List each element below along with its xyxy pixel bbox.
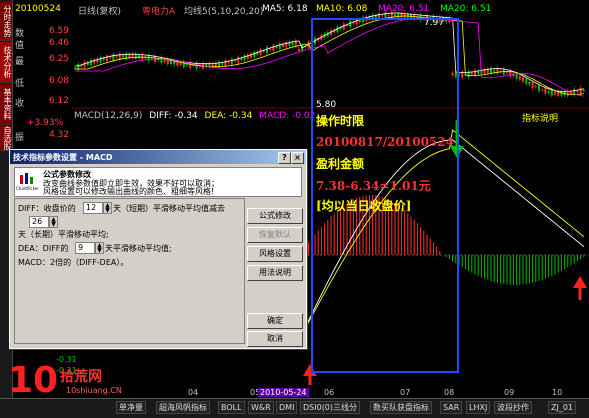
dialog-titlebar[interactable]: 技术指标参数设置 - MACD ? × <box>10 150 306 164</box>
date-tick: 08 <box>444 388 455 397</box>
indicator-tab[interactable]: LHXJ <box>466 401 491 414</box>
indicator-tab[interactable]: ZJ_01 <box>548 401 577 414</box>
dea-period-input[interactable]: 9 <box>75 242 95 254</box>
date-tick: 09 <box>504 388 515 397</box>
annotation-note: [均以当日收盘价] <box>316 199 412 213</box>
dialog-desc-2: 风格设置可以修改输出曲线的颜色、粗细等风格! <box>43 187 215 196</box>
date-tick: 06 <box>324 388 335 397</box>
indicator-tab[interactable]: SAR <box>440 401 463 414</box>
indicator-tab[interactable]: DMI <box>276 401 298 414</box>
usage-help-button[interactable]: 用法说明 <box>247 265 303 281</box>
indicator-tab[interactable]: DSI0(0)三线分 <box>300 401 361 414</box>
annotation-profit-label: 盈利金额 <box>316 157 365 171</box>
indicator-help-link[interactable]: 指标说明 <box>522 111 558 124</box>
macd-formula-text: MACD：2倍的（DIFF-DEA）。 <box>18 258 129 267</box>
dea-period-spinner[interactable]: ▲ ▼ <box>95 242 104 254</box>
short-period-input[interactable]: 12 <box>83 202 103 214</box>
dialog-title: 技术指标参数设置 - MACD <box>13 153 113 162</box>
help-icon[interactable]: ? <box>278 152 291 164</box>
chartpicker-icon: ChartPicker <box>16 171 39 191</box>
watermark-logo: 10 拾荒网 10shiuang.CN <box>8 360 122 401</box>
long-period-suffix: 天（长期）平滑移动平均; <box>18 230 109 239</box>
indicator-tab[interactable]: 波段抄作 <box>494 401 532 414</box>
date-tick: 07 <box>400 388 411 397</box>
rail-tab-technical[interactable]: 技术分析 <box>0 42 12 83</box>
dialog-info-section: ChartPicker 公式参数修改 改变曲线参数值即立即生效，效果不好可以取消… <box>14 167 302 197</box>
indicator-tab[interactable]: 超海风帆指标 <box>156 401 210 414</box>
quote-row: 数 6.59 <box>15 26 69 39</box>
annotation-title: 操作时限 <box>316 114 365 128</box>
quote-panel: 20100524 数 6.59 值 6.46 最 6.25 低 6.08 收 6.12 振… <box>13 0 71 150</box>
macd-settings-dialog: 技术指标参数设置 - MACD ? × ChartPicker 公式参数修改 改… <box>9 149 307 349</box>
short-period-suffix: 天（短期）平滑移动平均值减去 <box>113 204 225 213</box>
style-settings-button[interactable]: 风格设置 <box>247 246 303 262</box>
restore-default-button[interactable]: 恢复默认 <box>247 227 303 243</box>
param-section: DIFF：收盘价的 12 ▲ ▼ 天（短期）平滑移动平均值减去 26 ▲ ▼ 天（长… <box>14 198 245 344</box>
indicator-tab[interactable]: BOLL <box>218 401 245 414</box>
quote-row: 振 4.32 <box>15 130 69 143</box>
cursor-date: 2010-05-24 <box>258 388 309 397</box>
operation-highlight-box <box>311 18 459 373</box>
close-icon[interactable]: × <box>291 152 304 164</box>
rail-tab-fundamentals[interactable]: 基本资料 <box>0 84 12 125</box>
quote-date: 20100524 <box>15 4 61 14</box>
quote-row: 低 6.08 <box>15 76 69 89</box>
dea-period-suffix: 天平滑移动平均值; <box>105 244 172 253</box>
cancel-button[interactable]: 取消 <box>247 331 303 347</box>
indicator-tab[interactable]: 数买队获盘指标 <box>370 401 432 414</box>
long-period-spinner[interactable]: ▲ ▼ <box>49 216 58 228</box>
date-tick: 04 <box>188 388 199 397</box>
ok-button[interactable]: 确定 <box>247 313 303 329</box>
dea-label: DEA：DIFF的 <box>18 244 69 253</box>
annotation-dates: 20100817/20100524 <box>316 135 454 149</box>
indicator-tab[interactable]: W&R <box>248 401 274 414</box>
macd-header: MACD(12,26,9) DIFF: -0.34 DEA: -0.34 MAC… <box>74 111 316 121</box>
quote-change: +3.93% <box>27 118 64 128</box>
red-up-arrow-icon <box>573 276 587 300</box>
formula-edit-button[interactable]: 公式修改 <box>247 208 303 224</box>
quote-row: 值 6.46 <box>15 38 69 51</box>
rail-tab-intraday[interactable]: 分时走势 <box>0 2 12 41</box>
short-period-spinner[interactable]: ▲ ▼ <box>103 202 112 214</box>
long-period-input[interactable]: 26 <box>29 216 49 228</box>
date-tick: 10 <box>552 388 563 397</box>
indicator-tab[interactable]: 单净量 <box>116 401 146 414</box>
diff-label: DIFF：收盘价的 <box>18 204 76 213</box>
rail-tab-watchlist[interactable]: 自选股 <box>0 126 12 151</box>
quote-row: 收 6.12 <box>15 96 69 109</box>
annotation-profit: 7.38-6.34=1.01元 <box>316 179 431 193</box>
indicator-tab-bar: 单净量 超海风帆指标 BOLL W&R DMI DSI0(0)三线分 数买队获盘… <box>0 398 589 418</box>
quote-row: 最 6.25 <box>15 54 69 67</box>
